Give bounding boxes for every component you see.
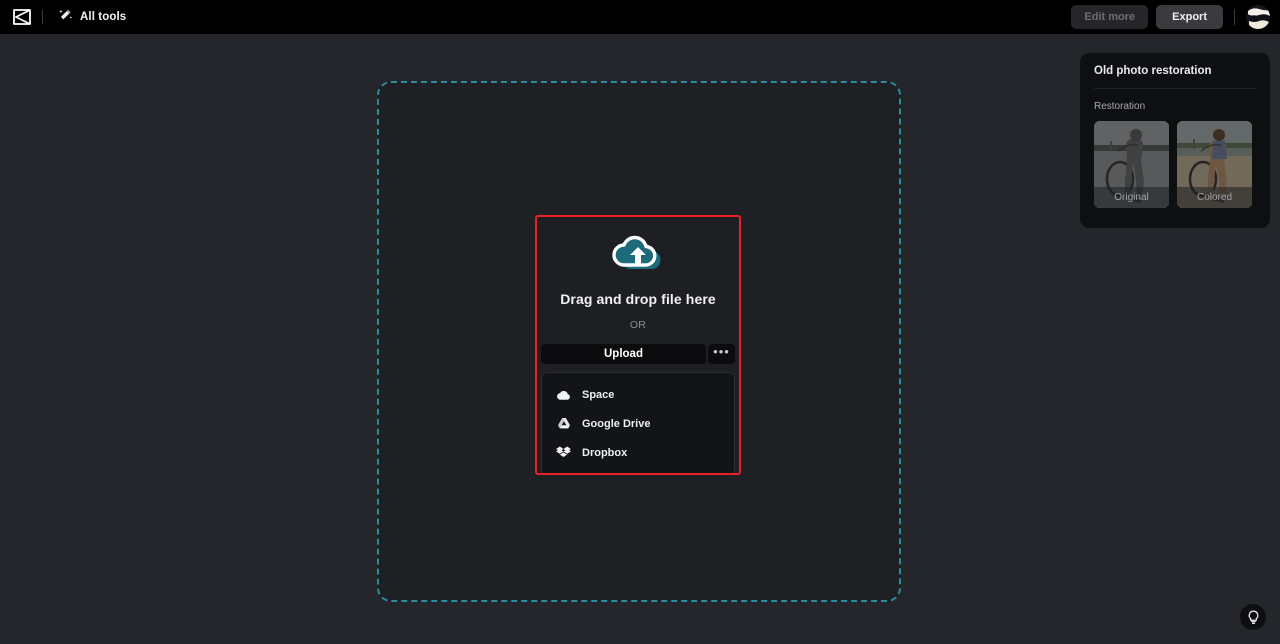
thumbnail-original[interactable]: Original	[1094, 121, 1169, 208]
right-panel: Old photo restoration Restoration Origin…	[1080, 53, 1270, 228]
app-root: All tools Edit more Export Drag and drop…	[0, 0, 1280, 644]
upload-source-menu: Space Google Drive Dropbox	[541, 372, 735, 475]
or-separator-label: OR	[629, 319, 647, 331]
menu-item-space[interactable]: Space	[542, 380, 734, 409]
thumbnail-colored[interactable]: Colored	[1177, 121, 1252, 208]
menu-item-dropbox-label: Dropbox	[582, 446, 628, 459]
cloud-space-icon	[556, 387, 571, 402]
right-panel-section-label: Restoration	[1094, 101, 1146, 112]
menu-item-space-label: Space	[582, 388, 615, 401]
upload-more-options-button[interactable]: •••	[708, 344, 735, 364]
restoration-thumbnails: Original Colored	[1094, 121, 1256, 208]
all-tools-label: All tools	[80, 11, 127, 23]
avatar[interactable]	[1246, 5, 1270, 29]
edit-more-button[interactable]: Edit more	[1071, 5, 1149, 29]
right-panel-title: Old photo restoration	[1094, 65, 1212, 77]
top-divider-2	[1234, 9, 1235, 25]
upload-modal: Drag and drop file here OR Upload ••• Sp…	[537, 217, 739, 475]
top-divider	[42, 10, 43, 24]
all-tools-button[interactable]: All tools	[53, 4, 132, 31]
capcut-logo-glyph	[13, 9, 31, 25]
lightbulb-icon	[1248, 610, 1258, 624]
top-bar-actions: Edit more Export	[1071, 5, 1280, 29]
upload-button[interactable]: Upload	[541, 344, 706, 364]
menu-item-google-drive-label: Google Drive	[582, 417, 651, 430]
dropbox-icon	[556, 445, 571, 460]
capcut-logo-icon[interactable]	[8, 3, 36, 31]
magic-wand-icon	[59, 8, 73, 27]
menu-item-google-drive[interactable]: Google Drive	[542, 409, 734, 438]
dropzone-title: Drag and drop file here	[560, 291, 716, 307]
help-button[interactable]	[1240, 604, 1266, 630]
menu-item-dropbox[interactable]: Dropbox	[542, 438, 734, 467]
thumbnail-original-label: Original	[1094, 187, 1169, 208]
thumbnail-colored-label: Colored	[1177, 187, 1252, 208]
avatar-image	[1246, 5, 1270, 29]
cloud-upload-icon	[607, 231, 669, 279]
upload-button-row: Upload •••	[541, 344, 735, 364]
top-bar: All tools Edit more Export	[0, 0, 1280, 34]
right-panel-divider	[1094, 88, 1256, 89]
export-button[interactable]: Export	[1156, 5, 1223, 29]
google-drive-icon	[556, 416, 571, 431]
